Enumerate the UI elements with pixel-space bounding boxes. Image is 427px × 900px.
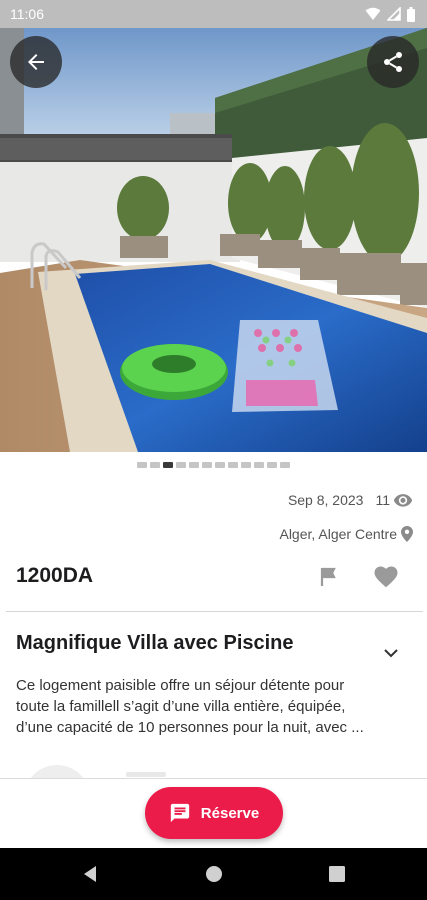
pagination-dot[interactable] [241,462,251,468]
expand-description-button[interactable] [378,640,404,666]
pagination-dot[interactable] [189,462,199,468]
reserve-label: Réserve [200,804,260,822]
pagination-dot[interactable] [176,462,186,468]
listing-location: Alger, Alger Centre [279,526,413,542]
location-pin-icon [401,526,413,542]
arrow-left-icon [28,54,44,70]
pagination-dot[interactable] [202,462,212,468]
pagination-dot[interactable] [254,462,264,468]
pagination-dot[interactable] [280,462,290,468]
flag-icon [320,567,336,586]
description-line: Ce logement paisible offre un séjour dét… [16,677,345,694]
message-icon [170,803,189,823]
wifi-icon [365,7,381,20]
chevron-down-icon [384,648,398,657]
listing-meta: Sep 8, 2023 11 [288,492,413,508]
listing-title: Magnifique Villa avec Piscine [16,632,294,654]
favorite-button[interactable] [372,564,400,590]
pagination-dot[interactable] [215,462,225,468]
pagination-dot[interactable] [163,462,173,468]
nav-back-button[interactable] [78,862,102,886]
host-name-placeholder [126,772,166,777]
listing-description: Ce logement paisible offre un séjour dét… [16,675,414,738]
battery-icon [407,6,415,22]
pagination-dot[interactable] [150,462,160,468]
views-count: 11 [375,492,390,508]
eye-icon [393,494,413,507]
heart-icon [374,566,398,588]
triangle-back-icon [84,866,96,882]
nav-recents-button[interactable] [325,862,349,886]
status-bar: 11:06 [0,0,427,28]
pagination-dot[interactable] [267,462,277,468]
back-button[interactable] [10,36,62,88]
listing-price: 1200DA [16,564,94,587]
description-line: toute la famillell s’agit d’une villa en… [16,698,346,715]
status-icons [365,6,415,22]
location-text: Alger, Alger Centre [279,526,397,542]
views-count-group: 11 [375,492,413,508]
pool-photo-illustration [0,28,427,452]
system-navigation-bar [0,848,427,900]
report-button[interactable] [316,564,342,590]
share-button[interactable] [367,36,419,88]
pagination-dot[interactable] [228,462,238,468]
circle-home-icon [206,866,222,882]
reserve-button[interactable]: Réserve [145,787,283,839]
image-pagination [0,462,427,470]
listing-date: Sep 8, 2023 [287,492,364,508]
nav-home-button[interactable] [202,862,226,886]
share-icon [384,52,402,72]
square-recents-icon [329,866,345,882]
status-time: 11:06 [10,6,44,22]
signal-icon [387,7,401,21]
pagination-dot[interactable] [137,462,147,468]
listing-photo[interactable] [0,28,427,452]
section-divider [6,611,423,612]
description-line: d’une capacité de 10 personnes pour la n… [16,719,364,736]
